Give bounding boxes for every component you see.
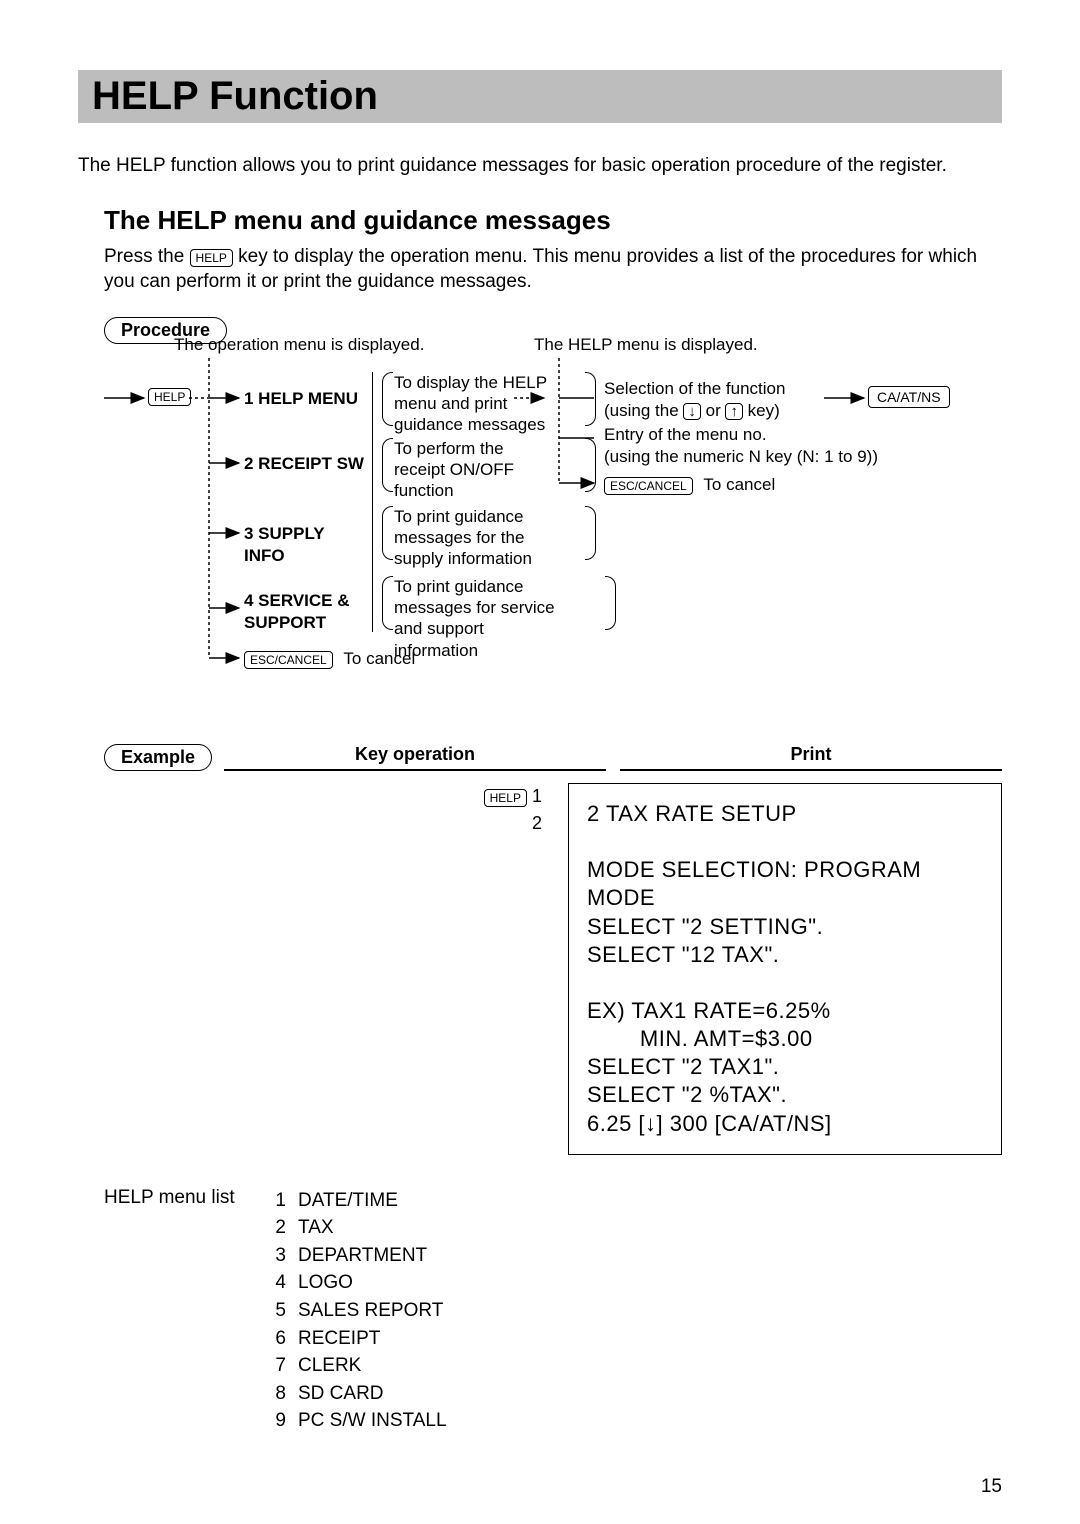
op-menu-caption: The operation menu is displayed. (174, 334, 424, 356)
print-header: Print (620, 744, 1002, 771)
page-number: 15 (981, 1476, 1002, 1498)
entry-line-a: Entry of the menu no. (604, 424, 884, 446)
receipt-line: SELECT "2 TAX1". (587, 1053, 983, 1081)
section-body-b: key to display the operation menu. This … (104, 246, 977, 293)
help-key-icon: HELP (148, 388, 191, 406)
help-key-icon: HELP (190, 249, 233, 267)
flow-item-4-desc: To print guidance messages for service a… (394, 576, 564, 630)
receipt-print: 2 TAX RATE SETUP MODE SELECTION: PROGRAM… (568, 783, 1002, 1155)
down-key-icon: ↓ (683, 403, 701, 420)
flow-item-3-label: 3 SUPPLY INFO (244, 523, 369, 567)
page-title: HELP Function (78, 70, 1002, 123)
entry-line-b: (using the numeric N key (N: 1 to 9)) (604, 446, 884, 468)
help-key-icon: HELP (484, 789, 527, 807)
receipt-line: EX) TAX1 RATE=6.25% (587, 997, 983, 1025)
receipt-line: 6.25 [↓] 300 [CA/AT/NS] (587, 1110, 983, 1138)
intro-text: The HELP function allows you to print gu… (78, 153, 1002, 179)
flow-item-2-label: 2 RECEIPT SW (244, 453, 369, 475)
example-label: Example (104, 744, 212, 771)
help-menu-caption: The HELP menu is displayed. (534, 334, 758, 356)
keyop-2: 2 (104, 810, 542, 837)
receipt-line: MODE SELECTION: PROGRAM MODE (587, 856, 983, 912)
ca-at-ns-key-icon: CA/AT/NS (868, 386, 950, 408)
cancel-text: To cancel (343, 649, 415, 668)
flow-lines (104, 358, 1004, 708)
flow-item-4-label: 4 SERVICE & SUPPORT (244, 590, 369, 634)
menu-list-items: 1DATE/TIME 2TAX 3DEPARTMENT 4LOGO 5SALES… (264, 1187, 447, 1435)
receipt-line: SELECT "2 SETTING". (587, 913, 983, 941)
esc-cancel-key-icon: ESC/CANCEL (604, 477, 693, 495)
flow-item-3-desc: To print guidance messages for the suppl… (394, 506, 554, 560)
sel-line-b: (using the ↓ or ↑ key) (604, 400, 824, 422)
section-body: Press the HELP key to display the operat… (104, 244, 1002, 295)
receipt-line: SELECT "2 %TAX". (587, 1081, 983, 1109)
sel-line-a: Selection of the function (604, 378, 824, 400)
procedure-flow: The operation menu is displayed. The HEL… (104, 358, 1002, 708)
flow-item-2-desc: To perform the receipt ON/OFF function (394, 438, 554, 492)
receipt-line: MIN. AMT=$3.00 (587, 1025, 983, 1053)
up-key-icon: ↑ (725, 403, 743, 420)
key-operation-header: Key operation (224, 744, 606, 771)
receipt-line: 2 TAX RATE SETUP (587, 800, 983, 828)
receipt-line: SELECT "12 TAX". (587, 941, 983, 969)
section-body-a: Press the (104, 246, 190, 267)
cancel-text: To cancel (703, 475, 775, 494)
esc-cancel-key-icon: ESC/CANCEL (244, 651, 333, 669)
menu-list-label: HELP menu list (104, 1187, 264, 1435)
keyop-1-num: 1 (532, 786, 542, 806)
flow-item-1-label: 1 HELP MENU (244, 388, 369, 410)
key-operation-col: HELP 1 2 (104, 783, 564, 1155)
section-heading: The HELP menu and guidance messages (104, 205, 1002, 236)
flow-item-1-desc: To display the HELP menu and print guida… (394, 372, 554, 426)
